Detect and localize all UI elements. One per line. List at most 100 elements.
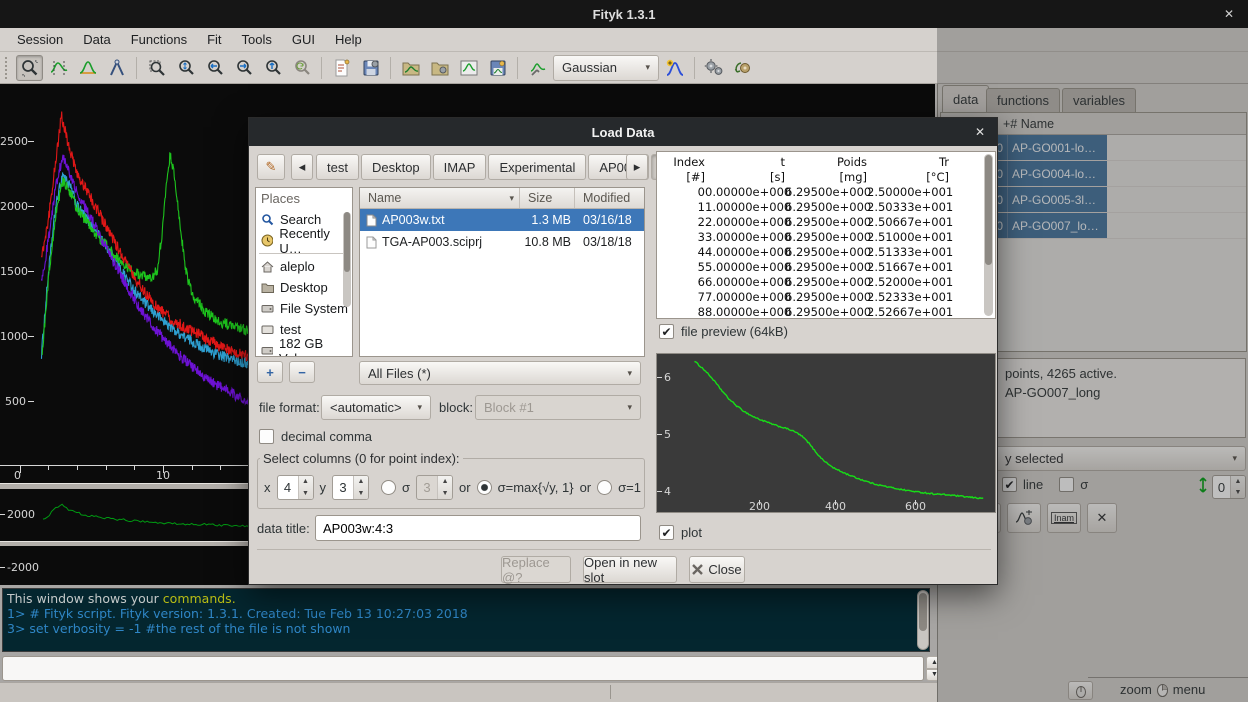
save-session-button[interactable]: [357, 55, 384, 81]
sigma-checkbox[interactable]: [1059, 477, 1074, 492]
menu-data[interactable]: Data: [74, 30, 119, 49]
places-desktop[interactable]: Desktop: [256, 277, 352, 298]
zoom-right-button[interactable]: [230, 55, 257, 81]
type-location-button[interactable]: ✎: [257, 154, 285, 180]
fit-undo-button[interactable]: [730, 55, 757, 81]
zoom-previous-button[interactable]: [288, 55, 315, 81]
y-column-spinner[interactable]: 3 ▲▼: [332, 475, 369, 500]
column-header-name[interactable]: Name ▾: [360, 188, 520, 208]
data-transform-button[interactable]: [524, 55, 551, 81]
places-header: Places: [256, 188, 352, 209]
add-peak-mode-button[interactable]: [74, 55, 101, 81]
zoom-all-button[interactable]: [143, 55, 170, 81]
path-segment-experimental[interactable]: Experimental: [488, 154, 586, 180]
menu-gui[interactable]: GUI: [283, 30, 324, 49]
minus-icon: −: [298, 365, 306, 380]
menu-tools[interactable]: Tools: [233, 30, 281, 49]
tab-functions[interactable]: functions: [986, 88, 1060, 112]
column-header-modified[interactable]: Modified: [575, 188, 644, 208]
file-format-combo[interactable]: <automatic> ▾: [321, 395, 431, 420]
remove-place-button[interactable]: −: [289, 361, 315, 383]
places-recent[interactable]: Recently U…: [256, 230, 352, 251]
preview-data-row: 88.00000e+0006.29500e+0002.52667e+001: [657, 305, 995, 319]
file-filter-combo[interactable]: All Files (*) ▾: [359, 361, 641, 385]
path-segment-desktop[interactable]: Desktop: [361, 154, 431, 180]
close-button[interactable]: Close: [689, 556, 745, 583]
preview-data-row: 66.00000e+0006.29500e+0002.52000e+001: [657, 275, 995, 290]
export-plot-button[interactable]: [455, 55, 482, 81]
sigma-column-spinner[interactable]: 3 ▲▼: [416, 475, 453, 500]
mouse-hint: zoom menu: [1120, 682, 1205, 697]
path-forward-button[interactable]: ▸: [626, 154, 648, 180]
file-format-label: file format:: [259, 400, 320, 415]
places-filesystem[interactable]: File System: [256, 298, 352, 319]
add-function-button[interactable]: [661, 55, 688, 81]
command-input[interactable]: [2, 656, 924, 681]
preview-header-row: IndextPoidsTr: [657, 155, 995, 170]
add-vline-mode-button[interactable]: [103, 55, 130, 81]
preview-ytick-4: 4: [664, 485, 671, 498]
preview-xtick-400: 400: [825, 500, 846, 513]
range-mode-button[interactable]: [45, 55, 72, 81]
file-row-selected[interactable]: AP003w.txt 1.3 MB 03/16/18: [360, 209, 644, 231]
session-log-button[interactable]: [328, 55, 355, 81]
file-list-header: Name ▾ Size Modified: [360, 188, 644, 209]
tab-variables[interactable]: variables: [1062, 88, 1136, 112]
preview-scrollbar[interactable]: [984, 154, 993, 316]
delete-dataset-button[interactable]: ✕: [1087, 503, 1117, 533]
zoom-vertical-button[interactable]: [172, 55, 199, 81]
path-segment-test[interactable]: test: [316, 154, 359, 180]
file-row[interactable]: TGA-AP003.sciprj 10.8 MB 03/18/18: [360, 231, 644, 253]
command-scrollbar[interactable]: [917, 590, 929, 650]
load-data-dialog: Load Data ✕ ✎ ◂ test Desktop IMAP Experi…: [248, 117, 998, 585]
menu-fit[interactable]: Fit: [198, 30, 230, 49]
load-data-custom-button[interactable]: [426, 55, 453, 81]
sigma-sqrt-radio[interactable]: [477, 480, 492, 495]
dialog-close-button[interactable]: ✕: [975, 125, 985, 139]
path-back-button[interactable]: ◂: [291, 154, 313, 180]
file-preview-checkbox[interactable]: ✔: [659, 324, 674, 339]
block-combo[interactable]: Block #1 ▾: [475, 395, 641, 420]
rename-dataset-button[interactable]: Inam: [1047, 503, 1081, 533]
decimal-comma-checkbox[interactable]: [259, 429, 274, 444]
zoom-left-button[interactable]: [201, 55, 228, 81]
shift-spinner[interactable]: 0 ▲▼: [1212, 475, 1246, 499]
floppy-gear-icon: [361, 58, 381, 78]
menu-functions[interactable]: Functions: [122, 30, 196, 49]
path-segment-imap[interactable]: IMAP: [433, 154, 487, 180]
add-place-button[interactable]: +: [257, 361, 283, 383]
menu-session[interactable]: Session: [8, 30, 72, 49]
spin-down-icon: ▼: [354, 488, 368, 500]
mouse-config-button[interactable]: [1068, 681, 1093, 700]
preview-plot-canvas[interactable]: [657, 354, 995, 512]
fit-run-button[interactable]: [701, 55, 728, 81]
data-title-label: data title:: [257, 521, 310, 536]
menu-help[interactable]: Help: [326, 30, 371, 49]
load-data-button[interactable]: [397, 55, 424, 81]
preview-data-row: 00.00000e+0006.29500e+0002.50000e+001: [657, 185, 995, 200]
plot-checkbox[interactable]: ✔: [659, 525, 674, 540]
tab-data[interactable]: data: [942, 85, 989, 112]
save-image-button[interactable]: [484, 55, 511, 81]
file-preview-table[interactable]: IndextPoidsTr [#][s][mg][°C] 00.00000e+0…: [656, 151, 996, 319]
command-output[interactable]: This window shows your commands. 1> # Fi…: [2, 588, 930, 652]
line-checkbox[interactable]: ✔: [1002, 477, 1017, 492]
data-title-input[interactable]: [315, 515, 641, 541]
sigma-one-radio[interactable]: [597, 480, 612, 495]
function-type-combo[interactable]: Gaussian ▾: [553, 55, 659, 81]
x-column-spinner[interactable]: 4 ▲▼: [277, 475, 314, 500]
places-scrollbar[interactable]: [343, 212, 351, 307]
mouse-hint-menu: menu: [1173, 682, 1206, 697]
preview-plot[interactable]: 6 5 4 200 400 600: [656, 353, 996, 513]
replace-button[interactable]: Replace @?: [501, 556, 571, 583]
copy-function-button[interactable]: [1007, 503, 1041, 533]
sigma-column-radio[interactable]: [381, 480, 396, 495]
main-ytick-1000: 1000: [0, 330, 26, 343]
open-in-new-slot-button[interactable]: Open in new slot: [583, 556, 677, 583]
zoom-mode-button[interactable]: [16, 55, 43, 81]
places-volume[interactable]: 182 GB Vol…: [256, 340, 352, 357]
zoom-up-button[interactable]: [259, 55, 286, 81]
window-close-button[interactable]: ✕: [1220, 5, 1238, 23]
column-header-size[interactable]: Size: [520, 188, 575, 208]
places-home[interactable]: aleplo: [256, 256, 352, 277]
